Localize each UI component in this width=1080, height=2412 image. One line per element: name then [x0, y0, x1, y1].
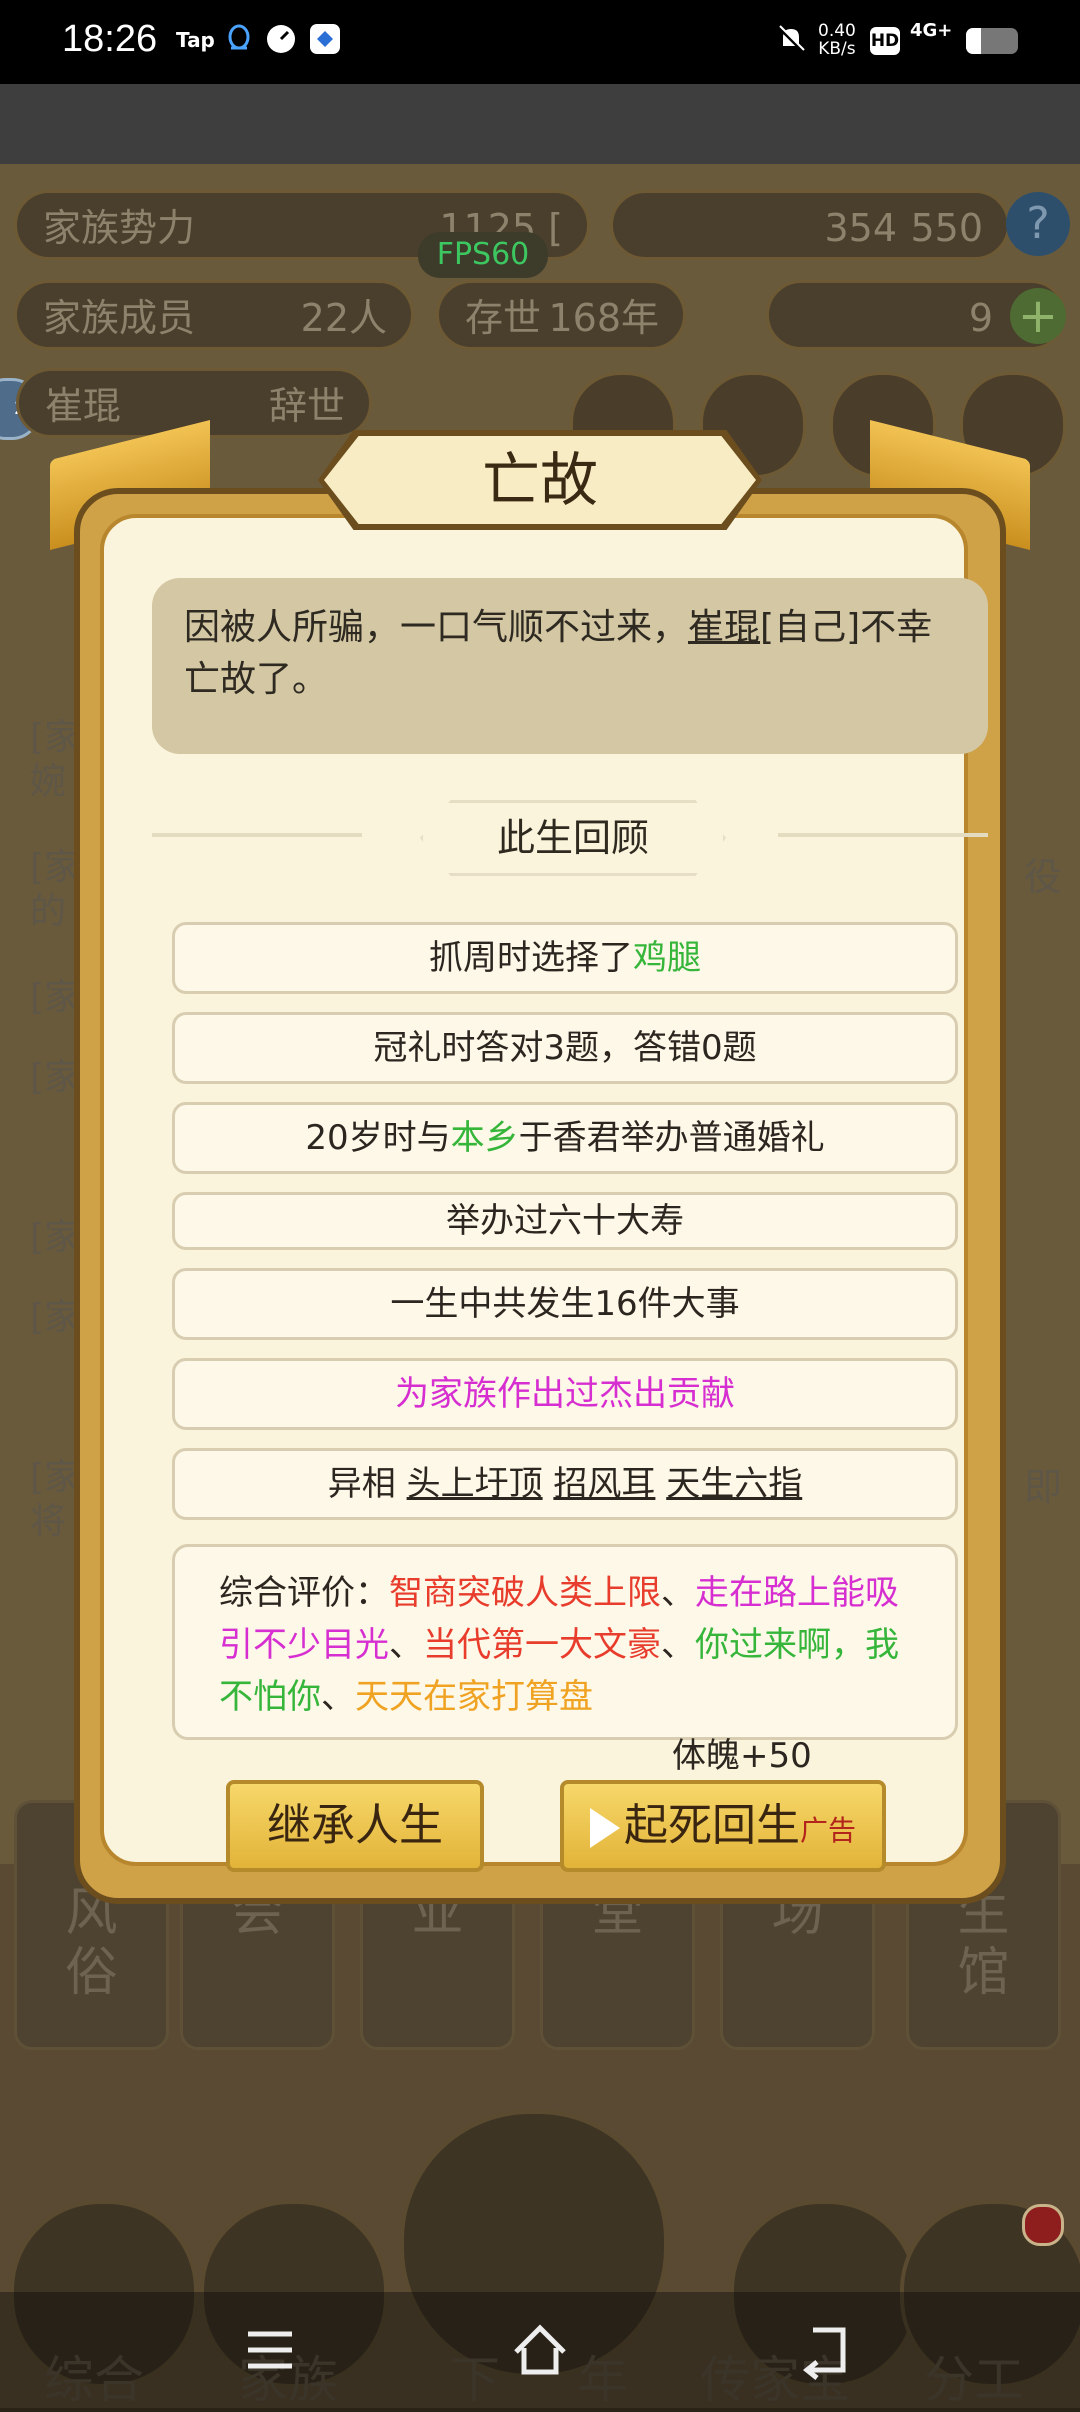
- bg-log-line: [家: [30, 1217, 81, 1258]
- bg-log-line: 的: [30, 891, 67, 932]
- status-time: 18:26: [62, 18, 158, 60]
- bg-log-line: [家: [30, 847, 81, 888]
- review-birthday: 举办过六十大寿: [172, 1192, 958, 1250]
- dialog-title-plate: 亡故: [318, 430, 762, 530]
- bg-log-line: [家: [30, 1457, 81, 1498]
- fps-counter: FPS60: [418, 232, 548, 278]
- trait-link[interactable]: 头上圩顶: [407, 1464, 543, 1504]
- life-review-header: 此生回顾: [152, 800, 988, 876]
- death-message: 因被人所骗，一口气顺不过来，崔琨[自己]不幸亡故了。: [152, 578, 988, 754]
- bg-log-fragment: 即: [1023, 1465, 1062, 1509]
- review-events: 一生中共发生16件大事: [172, 1268, 958, 1340]
- life-review-title: 此生回顾: [420, 800, 726, 876]
- play-icon: [589, 1808, 620, 1848]
- review-zhuazhou: 抓周时选择了鸡腿: [172, 922, 958, 994]
- deceased-name-link[interactable]: 崔琨: [688, 607, 760, 648]
- home-icon[interactable]: [510, 2320, 570, 2380]
- speedometer-icon: [264, 22, 298, 56]
- bg-log-line: 将: [30, 1501, 67, 1542]
- status-bar: 18:26 Tap 0.40 KB/s HD 4G+: [0, 0, 1080, 84]
- inherit-life-button[interactable]: 继承人生: [226, 1780, 484, 1872]
- bg-log-line: [家: [30, 977, 81, 1018]
- hd-badge: HD: [870, 27, 900, 55]
- trait-link[interactable]: 天生六指: [666, 1464, 802, 1504]
- battery-icon: [966, 28, 1018, 54]
- bg-log-fragment: 役: [1023, 855, 1062, 899]
- bg-log-line: [家: [30, 717, 81, 758]
- trait-link[interactable]: 招风耳: [553, 1464, 655, 1504]
- revive-reward: 体魄+50: [672, 1736, 812, 1776]
- back-icon[interactable]: [795, 2320, 855, 2380]
- overall-evaluation: 综合评价：智商突破人类上限、走在路上能吸引不少目光、当代第一大文豪、你过来啊，我…: [172, 1544, 958, 1740]
- review-guanli: 冠礼时答对3题，答错0题: [172, 1012, 958, 1084]
- menu-icon[interactable]: [240, 2320, 300, 2380]
- help-button[interactable]: ?: [1006, 192, 1070, 256]
- app-notification-icon: [308, 22, 342, 56]
- add-gold-button[interactable]: +: [1010, 288, 1066, 344]
- notification-dot: [1022, 2204, 1064, 2246]
- survival-years-stat: 存世 168年: [436, 280, 686, 350]
- dialog-body: 因被人所骗，一口气顺不过来，崔琨[自己]不幸亡故了。 此生回顾 抓周时选择了鸡腿…: [100, 514, 988, 1872]
- net-speed: 0.40 KB/s: [818, 21, 856, 59]
- bg-log-line: [家: [30, 1297, 81, 1338]
- review-traits: 异相 头上圩顶 招风耳 天生六指: [172, 1448, 958, 1520]
- dialog-title: 亡故: [481, 446, 598, 514]
- network-indicator: 4G+: [910, 20, 953, 41]
- review-marriage: 20岁时与本乡于香君举办普通婚礼: [172, 1102, 958, 1174]
- death-dialog: 因被人所骗，一口气顺不过来，崔琨[自己]不幸亡故了。 此生回顾 抓周时选择了鸡腿…: [50, 420, 1030, 1904]
- family-members-stat: 家族成员 22人: [14, 280, 414, 350]
- revive-ad-button[interactable]: 起死回生广告: [560, 1780, 886, 1872]
- bg-log-line: [家: [30, 1057, 81, 1098]
- review-contribution: 为家族作出过杰出贡献: [172, 1358, 958, 1430]
- tap-app-icon: Tap: [176, 28, 215, 52]
- qq-icon: [222, 22, 256, 56]
- mute-bell-icon: [774, 22, 808, 56]
- bg-log-line: 婉: [30, 761, 67, 802]
- resources-stat: 354 550: [610, 190, 1010, 260]
